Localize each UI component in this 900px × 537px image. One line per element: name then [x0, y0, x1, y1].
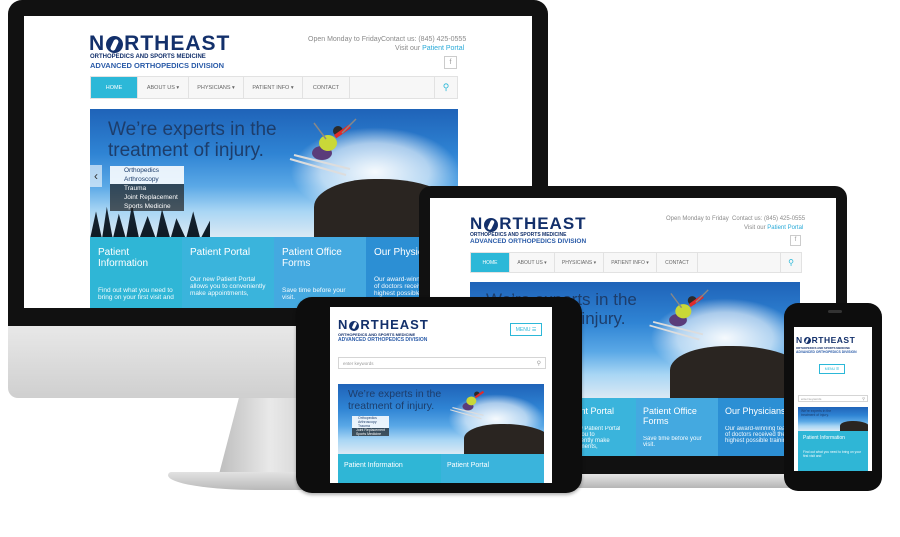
search-input[interactable]: enter keywords ⚲ [798, 395, 868, 402]
nav-patient-info[interactable]: PATIENT INFO ▾ [604, 253, 657, 272]
tile-patient-portal[interactable]: Patient Portal Our new Patient Portal al… [182, 237, 274, 308]
phone-screen: N RTHEAST ORTHOPEDICS AND SPORTS MEDICINE… [794, 327, 872, 471]
search-input[interactable]: enter keywords ⚲ [338, 357, 546, 369]
visit-portal-text: Visit our Patient Portal [744, 225, 804, 231]
nav-home[interactable]: HOME [91, 77, 138, 98]
logo[interactable]: N RTHEAST [89, 32, 230, 56]
mobile-menu-button[interactable]: MENU ☰ [510, 323, 542, 336]
tile-patient-portal[interactable]: Patient Portal [441, 454, 544, 483]
search-icon[interactable]: ⚲ [537, 360, 541, 367]
cliff-rock [464, 424, 544, 454]
slide-tab-arthroscopy[interactable]: Arthroscopy [110, 175, 184, 184]
cliff-rock [670, 346, 800, 398]
nav-about-us[interactable]: ABOUT US ▾ [138, 77, 189, 98]
hero-headline: We’re experts in the treatment of injury… [348, 388, 442, 412]
logo[interactable]: N RTHEAST [338, 317, 429, 332]
patient-portal-link[interactable]: Patient Portal [767, 225, 803, 231]
hero-headline: We’re experts in the treatment of injury… [801, 409, 832, 417]
nav-contact[interactable]: CONTACT [657, 253, 698, 272]
logo[interactable]: N RTHEAST [796, 335, 855, 345]
tablet-screen: N RTHEAST ORTHOPEDICS AND SPORTS MEDICINE… [330, 307, 552, 483]
logo-globe-icon [349, 320, 360, 331]
cliff-rock [840, 421, 868, 431]
visit-portal-text: Visit our Patient Portal [395, 45, 465, 52]
facebook-icon[interactable]: f [444, 56, 457, 69]
hero-headline: We’re experts in the treatment of injury… [108, 119, 277, 162]
skier-illustration [649, 289, 709, 341]
skier-illustration [289, 118, 357, 176]
hero-banner: We’re experts in the treatment of injury… [798, 407, 868, 431]
logo-division: ADVANCED ORTHOPEDICS DIVISION [90, 61, 225, 70]
main-nav: HOME ABOUT US ▾ PHYSICIANS ▾ PATIENT INF… [470, 252, 802, 273]
logo-division: ADVANCED ORTHOPEDICS DIVISION [338, 337, 428, 343]
search-icon[interactable]: ⚲ [780, 253, 801, 272]
logo-globe-icon [803, 337, 811, 345]
logo-globe-icon [484, 217, 499, 232]
office-hours: Open Monday to Friday [666, 216, 729, 222]
slide-tab-trauma[interactable]: Trauma [110, 184, 184, 193]
specialty-list: Orthopedics Arthroscopy Trauma Joint Rep… [352, 416, 389, 436]
skier-illustration [450, 390, 485, 420]
tile-patient-office-forms[interactable]: Patient Office Forms Save time before yo… [636, 398, 718, 456]
patient-portal-link[interactable]: Patient Portal [422, 45, 464, 52]
mobile-menu-button[interactable]: MENU ☰ [819, 364, 845, 374]
phone-camera [828, 310, 842, 313]
nav-patient-info[interactable]: PATIENT INFO ▾ [244, 77, 303, 98]
search-icon[interactable]: ⚲ [434, 77, 457, 98]
logo-globe-icon [106, 35, 124, 53]
info-tiles: Patient Information Patient Portal [338, 454, 544, 483]
slider-prev-arrow[interactable]: ‹ [90, 165, 102, 187]
slide-tab-orthopedics[interactable]: Orthopedics [110, 166, 184, 175]
main-nav: HOME ABOUT US ▾ PHYSICIANS ▾ PATIENT INF… [90, 76, 458, 99]
nav-home[interactable]: HOME [471, 253, 510, 272]
slide-tab-sports-medicine[interactable]: Sports Medicine [352, 432, 389, 436]
contact-phone: Contact us: (845) 425-0555 [381, 36, 467, 43]
tile-patient-information[interactable]: Patient Information Find out what you ne… [90, 237, 182, 308]
nav-contact[interactable]: CONTACT [303, 77, 350, 98]
slide-tab-joint-replacement[interactable]: Joint Replacement [110, 193, 184, 202]
nav-physicians[interactable]: PHYSICIANS ▾ [189, 77, 244, 98]
specialty-list: Orthopedics Arthroscopy Trauma Joint Rep… [110, 166, 184, 211]
tile-patient-information[interactable]: Patient Information Find out what you ne… [798, 431, 868, 471]
logo-division: ADVANCED ORTHOPEDICS DIVISION [796, 350, 857, 354]
hero-banner: We’re experts in the treatment of injury… [90, 109, 458, 237]
logo-tagline: ORTHOPEDICS AND SPORTS MEDICINE [90, 54, 206, 60]
tile-patient-information[interactable]: Patient Information [338, 454, 441, 483]
hero-banner: We’re experts in the treatment of injury… [338, 384, 544, 454]
search-icon[interactable]: ⚲ [862, 396, 865, 401]
nav-physicians[interactable]: PHYSICIANS ▾ [555, 253, 604, 272]
logo-division: ADVANCED ORTHOPEDICS DIVISION [470, 238, 587, 245]
contact-phone: Contact us: (845) 425-0555 [732, 216, 806, 222]
facebook-icon[interactable]: f [790, 235, 801, 246]
nav-about-us[interactable]: ABOUT US ▾ [510, 253, 555, 272]
logo[interactable]: N RTHEAST [470, 214, 587, 234]
office-hours: Open Monday to Friday [308, 36, 382, 43]
slide-tab-sports-medicine[interactable]: Sports Medicine [110, 202, 184, 211]
